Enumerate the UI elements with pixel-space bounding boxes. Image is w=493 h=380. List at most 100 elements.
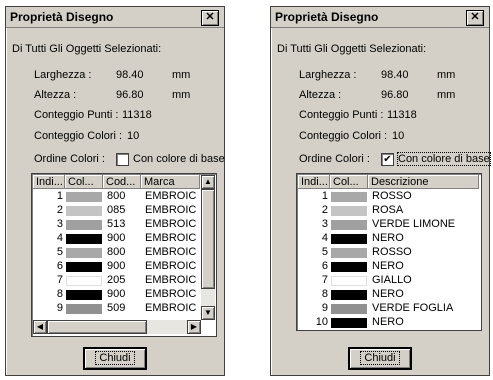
color-swatch xyxy=(331,220,367,230)
color-swatch xyxy=(66,248,102,258)
row-brand: EMBROIC xyxy=(145,303,197,314)
scroll-left-icon[interactable]: ◀ xyxy=(33,320,47,334)
close-button-label: Chiudi xyxy=(360,351,400,365)
row-index: 6 xyxy=(56,261,63,272)
close-button[interactable]: Chiudi xyxy=(349,348,411,369)
row-index: 2 xyxy=(56,205,63,216)
color-swatch xyxy=(66,234,102,244)
color-list-table[interactable]: Indi... Col... Descrizione 1 ROSSO 2 ROSA 3 V… xyxy=(296,173,482,331)
close-icon[interactable]: ✕ xyxy=(201,10,219,26)
column-header-description[interactable]: Descrizione xyxy=(368,175,479,189)
color-swatch xyxy=(66,206,102,216)
close-icon[interactable]: ✕ xyxy=(466,10,484,26)
base-color-checkbox-label[interactable]: Con colore di base xyxy=(133,153,225,165)
row-code: 513 xyxy=(107,219,126,230)
left-properties-dialog: Proprietà Disegno ✕ Di Tutti Gli Oggetti… xyxy=(5,6,225,376)
color-swatch xyxy=(331,192,367,202)
row-brand: EMBROIC xyxy=(145,205,197,216)
row-index: 8 xyxy=(321,289,328,300)
row-description: ROSSO xyxy=(372,247,412,258)
color-swatch xyxy=(66,304,102,314)
height-label: Altezza : xyxy=(299,89,342,101)
title-bar[interactable]: Proprietà Disegno ✕ xyxy=(6,7,224,28)
points-label: Conteggio Punti : xyxy=(34,109,119,121)
row-description: NERO xyxy=(372,261,404,272)
color-swatch xyxy=(331,318,367,328)
width-value: 98.40 xyxy=(116,69,144,81)
points-label: Conteggio Punti : xyxy=(299,109,384,121)
close-button-label: Chiudi xyxy=(95,351,135,365)
column-header-index[interactable]: Indi... xyxy=(298,175,330,189)
row-code: 085 xyxy=(107,205,126,216)
height-value: 96.80 xyxy=(116,89,144,101)
row-index: 5 xyxy=(56,247,63,258)
vertical-scroll-thumb[interactable] xyxy=(201,189,215,289)
row-index: 4 xyxy=(321,233,328,244)
column-header-color[interactable]: Col... xyxy=(65,175,103,189)
row-brand: EMBROIC xyxy=(145,191,197,202)
scroll-up-icon[interactable]: ▲ xyxy=(201,175,215,189)
dialog-title: Proprietà Disegno xyxy=(10,10,114,24)
horizontal-scroll-thumb[interactable] xyxy=(47,320,147,334)
width-label: Larghezza : xyxy=(299,69,357,81)
row-code: 900 xyxy=(107,233,126,244)
color-swatch xyxy=(66,262,102,272)
row-description: NERO xyxy=(372,317,404,328)
row-index: 4 xyxy=(56,233,63,244)
base-color-checkbox[interactable]: ✔ xyxy=(381,153,394,166)
row-description: GIALLO xyxy=(372,275,412,286)
height-unit: mm xyxy=(437,89,456,101)
dialog-title: Proprietà Disegno xyxy=(275,10,379,24)
row-brand: EMBROIC xyxy=(145,289,197,300)
row-index: 7 xyxy=(321,275,328,286)
column-header-brand[interactable]: Marca xyxy=(141,175,200,189)
row-brand: EMBROIC xyxy=(145,275,197,286)
column-header-index[interactable]: Indi... xyxy=(33,175,65,189)
color-order-label: Ordine Colori : xyxy=(299,153,370,165)
title-bar[interactable]: Proprietà Disegno ✕ xyxy=(271,7,489,28)
row-description: NERO xyxy=(372,233,404,244)
width-unit: mm xyxy=(172,69,191,81)
points-value: 11318 xyxy=(387,109,417,121)
row-code: 800 xyxy=(107,191,126,202)
color-swatch xyxy=(66,192,102,202)
color-swatch xyxy=(331,290,367,300)
color-swatch xyxy=(66,290,102,300)
colors-count-label: Conteggio Colori : xyxy=(299,130,388,142)
row-code: 800 xyxy=(107,247,126,258)
color-swatch xyxy=(331,262,367,272)
row-index: 9 xyxy=(321,303,328,314)
row-index: 1 xyxy=(321,191,328,202)
color-order-label: Ordine Colori : xyxy=(34,153,105,165)
row-index: 9 xyxy=(56,303,63,314)
row-code: 205 xyxy=(107,275,126,286)
vertical-scrollbar[interactable]: ▲ ▼ xyxy=(201,175,215,320)
row-index: 2 xyxy=(321,205,328,216)
row-description: VERDE FOGLIA xyxy=(372,303,454,314)
color-swatch xyxy=(331,276,367,286)
height-label: Altezza : xyxy=(34,89,77,101)
row-index: 3 xyxy=(56,219,63,230)
row-index: 10 xyxy=(315,317,328,328)
row-index: 8 xyxy=(56,289,63,300)
points-value: 11318 xyxy=(122,109,152,121)
width-value: 98.40 xyxy=(381,69,409,81)
close-button[interactable]: Chiudi xyxy=(84,348,146,369)
base-color-checkbox[interactable] xyxy=(116,153,129,166)
row-index: 1 xyxy=(56,191,63,202)
height-value: 96.80 xyxy=(381,89,409,101)
horizontal-scrollbar[interactable]: ◀ ▶ xyxy=(33,320,201,334)
color-swatch xyxy=(331,304,367,314)
color-swatch xyxy=(66,276,102,286)
base-color-checkbox-label[interactable]: Con colore di base xyxy=(397,152,491,166)
column-header-color[interactable]: Col... xyxy=(330,175,368,189)
width-label: Larghezza : xyxy=(34,69,92,81)
row-brand: EMBROIC xyxy=(145,219,197,230)
scroll-right-icon[interactable]: ▶ xyxy=(187,320,201,334)
row-description: ROSSO xyxy=(372,191,412,202)
colors-count-value: 10 xyxy=(392,130,405,142)
column-header-code[interactable]: Cod... xyxy=(103,175,141,189)
row-index: 5 xyxy=(321,247,328,258)
color-list-table[interactable]: Indi... Col... Cod... Marca 1 800 EMBROIC 2… xyxy=(31,173,217,337)
scroll-down-icon[interactable]: ▼ xyxy=(201,306,215,320)
